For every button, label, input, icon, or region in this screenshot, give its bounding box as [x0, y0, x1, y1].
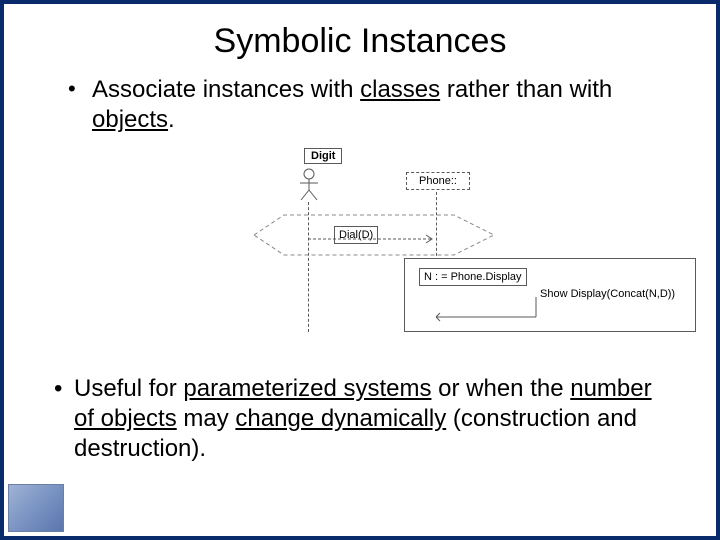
dial-arrow — [308, 234, 438, 244]
assign-box: N : = Phone.Display — [419, 268, 527, 286]
bullet-1-em1: classes — [360, 76, 440, 103]
bullet-2-em1: parameterized systems — [183, 375, 431, 402]
bullet-1: Associate instances with classes rather … — [64, 75, 656, 135]
bullet-2-mid1: or when the — [431, 375, 570, 402]
sequence-diagram: Digit Phone:: Dial(D) — [294, 150, 694, 350]
bullet-1-suffix: . — [168, 106, 175, 133]
logo-icon — [8, 484, 64, 532]
phone-box: Phone:: — [406, 172, 470, 190]
bullet-2-em3: change dynamically — [235, 405, 446, 432]
bullet-2-mid2: may — [177, 405, 236, 432]
show-label: Show Display(Concat(N,D)) — [540, 288, 675, 300]
digit-label: Digit — [304, 148, 342, 164]
actor-icon — [296, 168, 322, 207]
bullet-2-prefix: Useful for — [74, 375, 183, 402]
show-arrow — [436, 292, 546, 322]
page-title: Symbolic Instances — [4, 22, 716, 61]
bullet-2: Useful for parameterized systems or when… — [74, 374, 676, 464]
bullet-1-text: Associate instances with — [92, 76, 360, 103]
bullet-list: Associate instances with classes rather … — [4, 75, 716, 135]
bullet-1-em2: objects — [92, 106, 168, 133]
bullet-1-mid: rather than with — [440, 76, 612, 103]
slide: Symbolic Instances Associate instances w… — [0, 0, 720, 540]
